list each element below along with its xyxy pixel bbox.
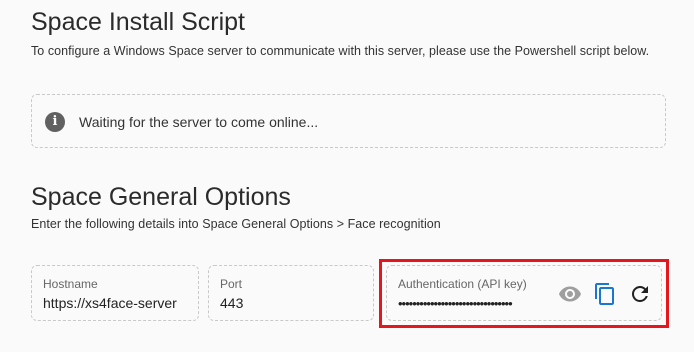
status-alert: i Waiting for the server to come online.…: [31, 94, 666, 148]
hostname-field[interactable]: Hostname https://xs4face-server: [31, 265, 199, 321]
hostname-label: Hostname: [43, 277, 98, 291]
info-icon: i: [45, 112, 65, 132]
port-label: Port: [220, 277, 243, 291]
install-script-description: To configure a Windows Space server to c…: [31, 44, 650, 58]
port-field[interactable]: Port 443: [208, 265, 374, 321]
general-options-description: Enter the following details into Space G…: [31, 217, 441, 231]
install-script-title: Space Install Script: [31, 8, 245, 36]
hostname-value[interactable]: https://xs4face-server: [43, 295, 191, 311]
port-value[interactable]: 443: [220, 295, 243, 311]
highlight-box: [379, 259, 669, 328]
general-options-title: Space General Options: [31, 183, 291, 211]
alert-text: Waiting for the server to come online...: [79, 114, 319, 130]
